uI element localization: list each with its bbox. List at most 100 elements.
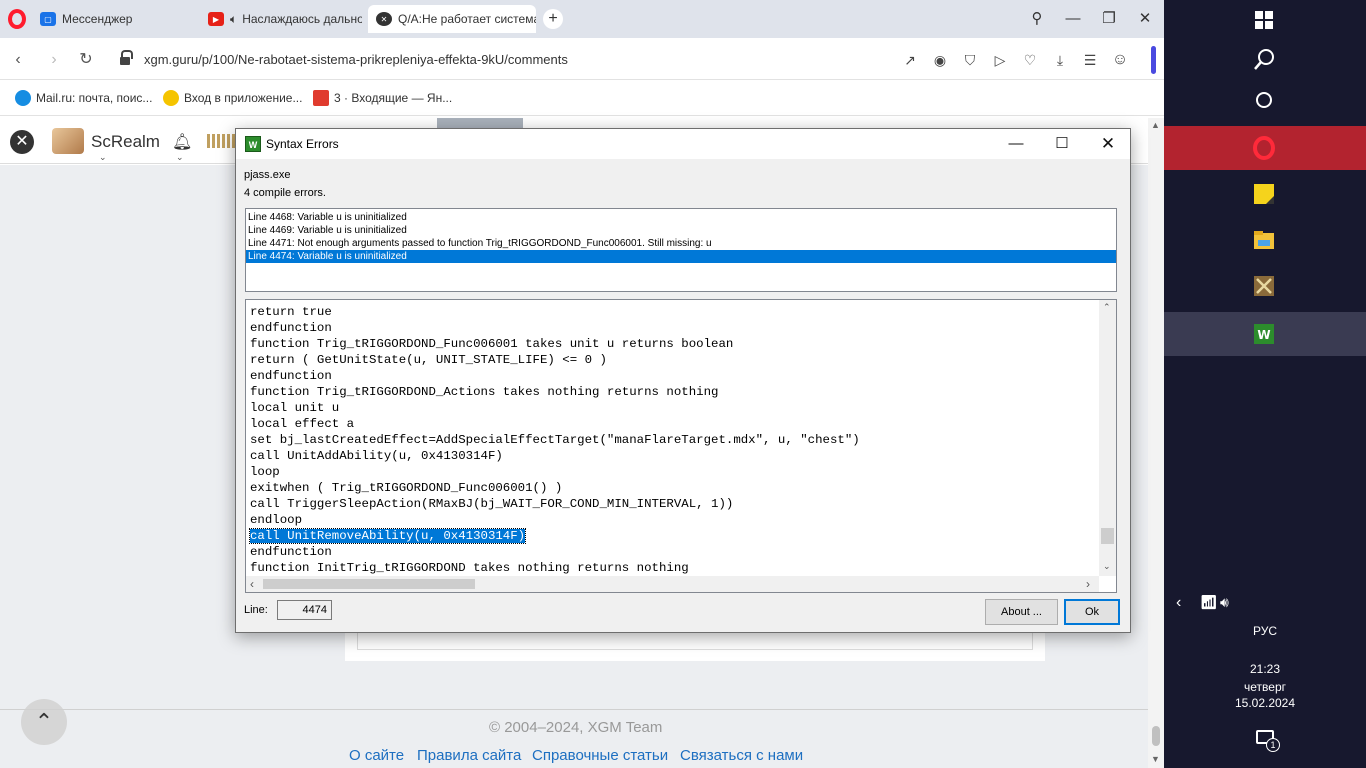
code-line: function InitTrig_tRIGGORDOND takes noth…	[250, 561, 689, 575]
code-line: call TriggerSleepAction(RMaxBJ(bj_WAIT_F…	[250, 497, 734, 511]
dialog-titlebar[interactable]: W Syntax Errors — ☐ ✕	[236, 129, 1130, 159]
avatar[interactable]	[52, 128, 84, 154]
restore-icon[interactable]: ❐	[1098, 8, 1120, 30]
chevron-down-icon[interactable]: ⌄	[176, 152, 184, 163]
send-icon[interactable]: ▷	[990, 50, 1010, 70]
code-line: loop	[250, 465, 280, 479]
scrollbar-thumb[interactable]	[1101, 528, 1114, 544]
settings-menu-icon[interactable]: ☰	[1080, 50, 1100, 70]
tab-label: Q/A:Не работает система	[398, 12, 536, 26]
bookmark-inbox[interactable]: 3 · Входящие — Ян...	[313, 90, 452, 106]
volume-icon[interactable]: 🔊︎	[1220, 594, 1229, 611]
forward-icon[interactable]: ›	[44, 50, 64, 70]
scroll-down-arrow-icon[interactable]: ⌄	[1103, 561, 1111, 572]
svg-text:W: W	[1257, 328, 1270, 342]
bookmark-mailru[interactable]: Mail.ru: почта, поис...	[15, 90, 152, 106]
page-scrollbar[interactable]: ▲ ▼	[1148, 118, 1164, 768]
tab-xgm-active[interactable]: ✕ Q/A:Не работает система ×	[368, 5, 536, 33]
scroll-up-arrow-icon[interactable]: ⌃	[1103, 302, 1111, 313]
scroll-up-arrow-icon[interactable]: ▲	[1151, 120, 1160, 130]
line-label: Line:	[244, 604, 268, 616]
lock-icon	[120, 50, 133, 65]
scroll-right-arrow-icon[interactable]: ›	[1086, 577, 1090, 591]
shield-icon[interactable]: ⛉	[960, 50, 980, 70]
scrollbar-thumb[interactable]	[1152, 726, 1160, 746]
show-hidden-icons-chevron-icon[interactable]: ‹	[1176, 594, 1181, 612]
taskbar-app-jass-editor[interactable]: W	[1164, 312, 1366, 356]
network-icon[interactable]: 📶︎	[1200, 594, 1218, 611]
footer-link-help[interactable]: Справочные статьи	[532, 747, 668, 764]
ok-button[interactable]: Ok	[1064, 599, 1120, 625]
tab-label: Мессенджер	[62, 12, 133, 26]
dialog-minimize-icon[interactable]: —	[996, 133, 1036, 155]
language-indicator[interactable]: РУС	[1164, 624, 1366, 638]
chevron-down-icon[interactable]: ⌄	[99, 152, 107, 163]
error-list[interactable]: Line 4468: Variable u is uninitialized L…	[245, 208, 1117, 292]
speaker-icon[interactable]: 🔈︎	[230, 12, 237, 27]
footer-link-about[interactable]: О сайте	[349, 747, 404, 764]
taskbar-app-sticky-notes[interactable]	[1164, 172, 1366, 216]
bookmark-login[interactable]: Вход в приложение...	[163, 90, 302, 106]
clock-date[interactable]: 15.02.2024	[1164, 696, 1366, 710]
dialog-maximize-icon[interactable]: ☐	[1042, 133, 1082, 155]
opera-menu-icon[interactable]	[8, 9, 26, 29]
xgm-favicon-icon: ✕	[376, 12, 392, 26]
search-tabs-icon[interactable]: ⚲	[1026, 8, 1048, 30]
code-line-selected: call UnitRemoveAbility(u, 0x4130314F)	[248, 528, 860, 544]
compile-summary: 4 compile errors.	[244, 187, 326, 199]
back-icon[interactable]: ‹	[8, 50, 28, 70]
code-line: exitwhen ( Trig_tRIGGORDOND_Func006001()…	[250, 481, 563, 495]
beeline-icon	[163, 90, 179, 106]
dialog-close-icon[interactable]: ✕	[1088, 133, 1128, 155]
compiler-name: pjass.exe	[244, 169, 291, 181]
error-item[interactable]: Line 4471: Not enough arguments passed t…	[246, 237, 1116, 250]
scrollbar-thumb[interactable]	[263, 579, 475, 589]
error-item[interactable]: Line 4469: Variable u is uninitialized	[246, 224, 1116, 237]
bell-icon[interactable]: 🔔︎	[172, 132, 192, 152]
taskbar-search-button[interactable]	[1164, 38, 1366, 82]
footer-link-rules[interactable]: Правила сайта	[417, 747, 521, 764]
minimize-icon[interactable]: —	[1062, 8, 1084, 30]
taskbar-app-opera[interactable]	[1164, 126, 1366, 170]
cortana-button[interactable]	[1164, 78, 1366, 122]
mailru-icon	[15, 90, 31, 106]
taskbar-app-warcraft[interactable]	[1164, 264, 1366, 308]
reload-icon[interactable]: ↻	[76, 50, 96, 70]
clock-weekday[interactable]: четверг	[1164, 680, 1366, 694]
close-icon[interactable]: ✕	[1134, 8, 1156, 30]
heart-icon[interactable]: ♡	[1020, 50, 1040, 70]
tab-youtube[interactable]: ▶ 🔈︎ Наслаждаюсь дально	[200, 5, 362, 33]
selected-code-text: call UnitRemoveAbility(u, 0x4130314F)	[248, 528, 527, 544]
search-icon	[1254, 49, 1274, 70]
tab-messenger[interactable]: ▢ Мессенджер	[32, 5, 192, 33]
code-vertical-scrollbar[interactable]: ⌃ ⌄	[1099, 300, 1116, 576]
scroll-left-arrow-icon[interactable]: ‹	[250, 577, 254, 591]
code-line: local effect a	[250, 417, 355, 431]
footer-link-contact[interactable]: Связаться с нами	[680, 747, 803, 764]
taskbar-app-explorer[interactable]	[1164, 218, 1366, 262]
cortana-circle-icon	[1256, 92, 1272, 108]
folder-icon	[1254, 231, 1274, 249]
code-horizontal-scrollbar[interactable]: ‹ ›	[246, 576, 1099, 592]
scroll-down-arrow-icon[interactable]: ▼	[1151, 754, 1160, 764]
error-item-selected[interactable]: Line 4474: Variable u is uninitialized	[246, 250, 1116, 263]
bookmark-label: 3 · Входящие — Ян...	[334, 91, 453, 105]
windows-taskbar: W ‹ 📶︎ 🔊︎ РУС 21:23 четверг 15.02.2024 1	[1164, 0, 1366, 768]
xgm-logo-icon[interactable]: ✕	[10, 130, 34, 154]
url-field[interactable]: xgm.guru/p/100/Ne-rabotaet-sistema-prikr…	[144, 52, 568, 67]
about-button[interactable]: About ...	[985, 599, 1058, 625]
windows-logo-icon	[1255, 11, 1273, 29]
new-tab-button[interactable]: +	[543, 9, 563, 29]
scroll-top-button[interactable]: ⌃	[21, 699, 67, 745]
camera-icon[interactable]: ◉	[930, 50, 950, 70]
line-number-field[interactable]: 4474	[277, 600, 332, 620]
username[interactable]: ScRealm	[91, 132, 160, 152]
share-icon[interactable]: ↗	[900, 50, 920, 70]
download-icon[interactable]: ⤓	[1050, 50, 1070, 70]
code-line: return true	[250, 305, 332, 319]
code-view[interactable]: return true endfunction function Trig_tR…	[245, 299, 1117, 593]
error-item[interactable]: Line 4468: Variable u is uninitialized	[246, 211, 1116, 224]
profile-icon[interactable]: ☺	[1110, 50, 1130, 70]
clock-time[interactable]: 21:23	[1164, 662, 1366, 676]
sidebar-toggle[interactable]	[1151, 46, 1156, 74]
